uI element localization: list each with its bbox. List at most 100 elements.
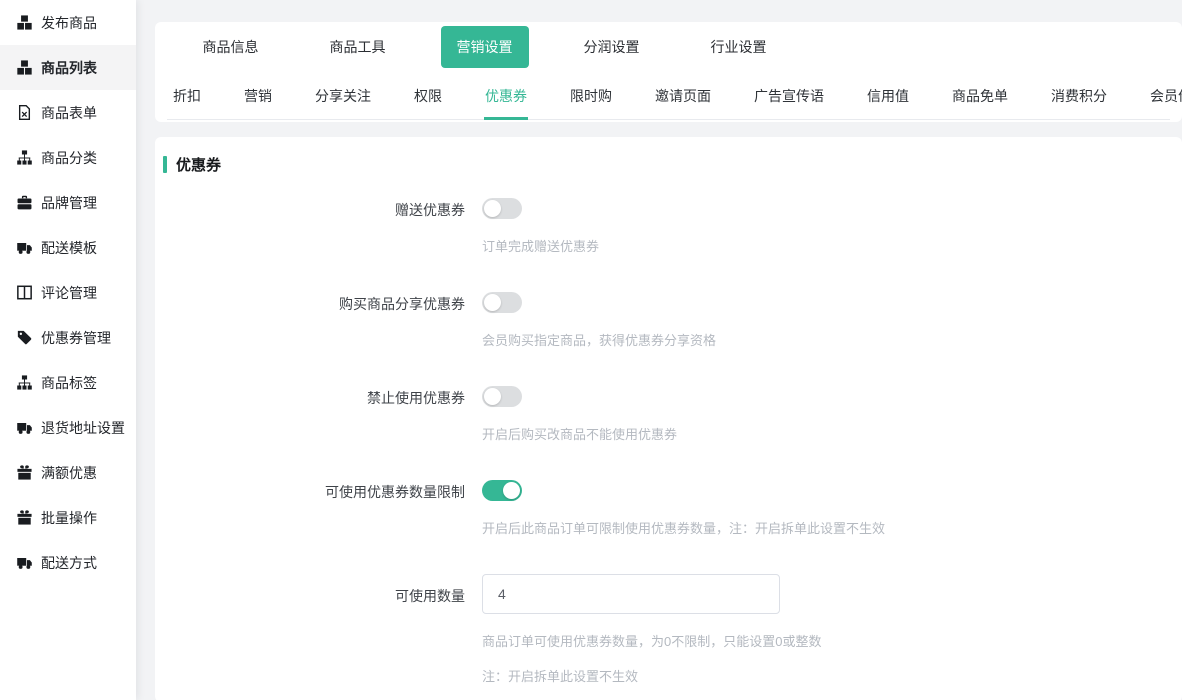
sidebar-item-label: 配送模板 [41,238,97,258]
top-tabs: 商品信息 商品工具 营销设置 分润设置 行业设置 [167,22,1170,72]
sub-tabs: 折扣 营销 分享关注 权限 优惠券 限时购 邀请页面 广告宣传语 信用值 商品免… [167,72,1170,120]
form-row-forbid-coupon: 禁止使用优惠券 开启后购买改商品不能使用优惠券 [163,386,1162,443]
sidebar-item-brand-manage[interactable]: 品牌管理 [0,180,136,225]
gift-icon [17,465,32,480]
sub-tab-share-follow[interactable]: 分享关注 [314,72,372,120]
field-hint: 开启后购买改商品不能使用优惠券 [482,424,677,443]
sidebar-item-goods-category[interactable]: 商品分类 [0,135,136,180]
truck-icon [17,555,32,570]
sidebar-item-label: 满额优惠 [41,463,97,483]
sidebar-item-delivery-method[interactable]: 配送方式 [0,540,136,585]
top-tab-label: 营销设置 [441,26,529,68]
form-row-buy-share-coupon: 购买商品分享优惠券 会员购买指定商品，获得优惠券分享资格 [163,292,1162,349]
sidebar-menu: 发布商品 商品列表 商品表单 商品分类 品牌管理 配送模板 评论管理 优惠券管理… [0,0,136,585]
sub-tab-credit-value[interactable]: 信用值 [866,72,910,120]
sub-tab-invite-page[interactable]: 邀请页面 [654,72,712,120]
toggle-knob [484,388,501,405]
section-title-accent-bar [163,156,167,173]
sidebar: 发布商品 商品列表 商品表单 商品分类 品牌管理 配送模板 评论管理 优惠券管理… [0,0,136,700]
form-row-control: 开启后此商品订单可限制使用优惠券数量，注：开启拆单此设置不生效 [482,480,885,537]
form-row-label: 禁止使用优惠券 [163,386,465,443]
sidebar-item-label: 品牌管理 [41,193,97,213]
sidebar-item-publish-goods[interactable]: 发布商品 [0,0,136,45]
sidebar-item-goods-form[interactable]: 商品表单 [0,90,136,135]
sidebar-item-coupon-manage[interactable]: 优惠券管理 [0,315,136,360]
form-row-usable-count: 可使用数量 商品订单可使用优惠券数量，为0不限制，只能设置0或整数注：开启拆单此… [163,574,1162,685]
form-row-label: 购买商品分享优惠券 [163,292,465,349]
sub-tab-permission[interactable]: 权限 [413,72,443,120]
sidebar-item-label: 评论管理 [41,283,97,303]
sidebar-item-delivery-template[interactable]: 配送模板 [0,225,136,270]
top-tab-label: 分润设置 [568,26,656,68]
field-hint: 会员购买指定商品，获得优惠券分享资格 [482,330,716,349]
form-row-label: 赠送优惠券 [163,198,465,255]
sidebar-item-label: 优惠券管理 [41,328,111,348]
truck-icon [17,420,32,435]
top-tab-goods-info[interactable]: 商品信息 [167,26,294,68]
top-tab-marketing-setting[interactable]: 营销设置 [421,26,548,68]
sub-tab-ad-slogan[interactable]: 广告宣传语 [753,72,825,120]
sidebar-item-label: 商品列表 [41,58,97,78]
sidebar-item-label: 批量操作 [41,508,97,528]
sub-tab-marketing[interactable]: 营销 [243,72,273,120]
buy-share-coupon-toggle[interactable] [482,292,522,313]
sitemap-icon [17,375,32,390]
tabs-panel: 商品信息 商品工具 营销设置 分润设置 行业设置 折扣 营销 分享关注 权限 优… [155,22,1182,122]
form-row-label: 可使用数量 [163,574,465,685]
sidebar-item-label: 商品表单 [41,103,97,123]
top-tab-industry-setting[interactable]: 行业设置 [675,26,802,68]
section-title: 优惠券 [163,154,1162,175]
field-hint: 订单完成赠送优惠券 [482,236,599,255]
sidebar-item-label: 商品分类 [41,148,97,168]
top-tab-label: 商品工具 [314,26,402,68]
sub-tab-goods-free[interactable]: 商品免单 [951,72,1009,120]
form-row-give-coupon: 赠送优惠券 订单完成赠送优惠券 [163,198,1162,255]
coupon-count-limit-toggle[interactable] [482,480,522,501]
field-hint: 商品订单可使用优惠券数量，为0不限制，只能设置0或整数 [482,631,821,650]
top-tab-goods-tools[interactable]: 商品工具 [294,26,421,68]
cubes-icon [17,15,32,30]
form-row-control: 开启后购买改商品不能使用优惠券 [482,386,677,443]
top-tab-profit-setting[interactable]: 分润设置 [548,26,675,68]
usable-count-input[interactable] [482,574,780,614]
top-tab-label: 商品信息 [187,26,275,68]
sidebar-item-goods-tag[interactable]: 商品标签 [0,360,136,405]
sidebar-item-label: 退货地址设置 [41,418,125,438]
toggle-knob [484,200,501,217]
sub-tab-member-price[interactable]: 会员价设置 [1149,72,1182,120]
form-row-control: 会员购买指定商品，获得优惠券分享资格 [482,292,716,349]
forbid-coupon-toggle[interactable] [482,386,522,407]
sidebar-item-comment-manage[interactable]: 评论管理 [0,270,136,315]
tag-icon [17,330,32,345]
briefcase-icon [17,195,32,210]
sidebar-item-label: 商品标签 [41,373,97,393]
sidebar-item-label: 配送方式 [41,553,97,573]
sub-tab-consume-points[interactable]: 消费积分 [1050,72,1108,120]
toggle-knob [503,482,520,499]
coupon-settings-form: 赠送优惠券 订单完成赠送优惠券 购买商品分享优惠券 会员购买指定商品，获得优惠券… [163,198,1162,685]
top-tab-label: 行业设置 [695,26,783,68]
give-coupon-toggle[interactable] [482,198,522,219]
field-hint: 注：开启拆单此设置不生效 [482,666,821,685]
sidebar-item-full-discount[interactable]: 满额优惠 [0,450,136,495]
sidebar-item-return-address[interactable]: 退货地址设置 [0,405,136,450]
columns-icon [17,285,32,300]
sub-tab-coupon[interactable]: 优惠券 [484,72,528,120]
sub-tab-discount[interactable]: 折扣 [172,72,202,120]
form-row-control: 商品订单可使用优惠券数量，为0不限制，只能设置0或整数注：开启拆单此设置不生效 [482,574,821,685]
field-hint: 开启后此商品订单可限制使用优惠券数量，注：开启拆单此设置不生效 [482,518,885,537]
truck-icon [17,240,32,255]
section-title-text: 优惠券 [176,154,221,175]
file-icon [17,105,32,120]
form-row-control: 订单完成赠送优惠券 [482,198,599,255]
sidebar-item-goods-list[interactable]: 商品列表 [0,45,136,90]
gift-icon [17,510,32,525]
form-row-label: 可使用优惠券数量限制 [163,480,465,537]
sidebar-item-batch-operation[interactable]: 批量操作 [0,495,136,540]
sub-tab-flash-sale[interactable]: 限时购 [569,72,613,120]
cubes-icon [17,60,32,75]
main-area: 商品信息 商品工具 营销设置 分润设置 行业设置 折扣 营销 分享关注 权限 优… [155,22,1182,700]
toggle-knob [484,294,501,311]
sidebar-item-label: 发布商品 [41,13,97,33]
sitemap-icon [17,150,32,165]
